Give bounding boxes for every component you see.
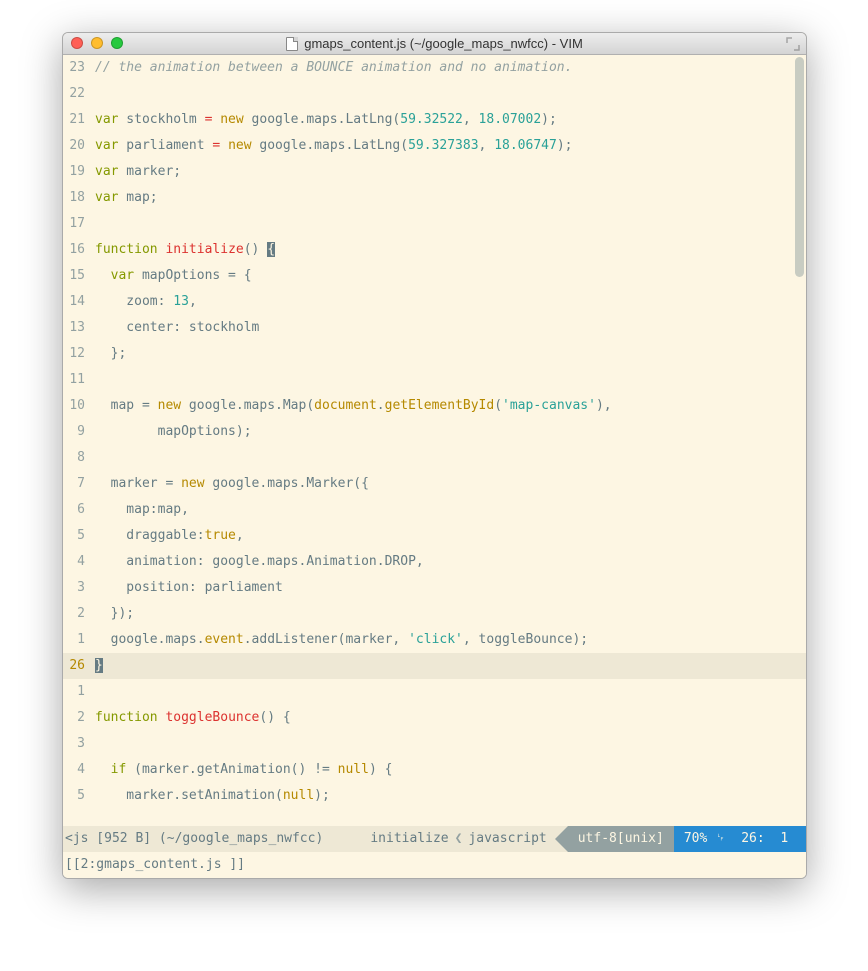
document-icon xyxy=(286,37,298,51)
line-number: 21 xyxy=(63,107,91,133)
line-number: 7 xyxy=(63,471,91,497)
line-number: 2 xyxy=(63,705,91,731)
scrollbar[interactable] xyxy=(795,57,804,277)
separator-icon xyxy=(555,826,568,852)
line-number: 16 xyxy=(63,237,91,263)
function-indicator: initialize ❮ javascript xyxy=(370,826,554,852)
title-text: gmaps_content.js (~/google_maps_nwfcc) -… xyxy=(304,36,583,51)
line-number: 20 xyxy=(63,133,91,159)
line-number: 18 xyxy=(63,185,91,211)
encoding-segment: utf-8[unix] xyxy=(568,826,674,852)
line-number: 15 xyxy=(63,263,91,289)
line-number: 23 xyxy=(63,55,91,81)
position-segment: 70% ␊ 26: 1 xyxy=(674,826,806,852)
line-number: 13 xyxy=(63,315,91,341)
line-number: 4 xyxy=(63,757,91,783)
editor-area[interactable]: 23// the animation between a BOUNCE anim… xyxy=(63,55,806,826)
line-number: 14 xyxy=(63,289,91,315)
line-number: 6 xyxy=(63,497,91,523)
line-number: 8 xyxy=(63,445,91,471)
separator-icon: ❮ xyxy=(455,826,463,852)
window-controls xyxy=(71,37,123,49)
zoom-icon[interactable] xyxy=(111,37,123,49)
line-number: 3 xyxy=(63,575,91,601)
line-number: 5 xyxy=(63,783,91,809)
titlebar[interactable]: gmaps_content.js (~/google_maps_nwfcc) -… xyxy=(63,33,806,55)
close-icon[interactable] xyxy=(71,37,83,49)
cursor: } xyxy=(95,658,103,673)
line-number: 1 xyxy=(63,679,91,705)
line-number: 5 xyxy=(63,523,91,549)
line-number: 2 xyxy=(63,601,91,627)
cursor: { xyxy=(267,242,275,257)
tabline[interactable]: [[2:gmaps_content.js ]] xyxy=(63,852,806,878)
code-content: 23// the animation between a BOUNCE anim… xyxy=(63,55,806,809)
line-number: 19 xyxy=(63,159,91,185)
line-number: 3 xyxy=(63,731,91,757)
line-number: 1 xyxy=(63,627,91,653)
window-title: gmaps_content.js (~/google_maps_nwfcc) -… xyxy=(63,36,806,51)
statusline: <js [952 B] (~/google_maps_nwfcc) initia… xyxy=(63,826,806,852)
line-number: 10 xyxy=(63,393,91,419)
vim-window: gmaps_content.js (~/google_maps_nwfcc) -… xyxy=(62,32,807,879)
file-info: <js [952 B] (~/google_maps_nwfcc) xyxy=(63,826,323,852)
line-number: 12 xyxy=(63,341,91,367)
line-icon: ␊ xyxy=(715,826,725,852)
line-number: 17 xyxy=(63,211,91,237)
fullscreen-icon[interactable] xyxy=(786,37,800,51)
line-number: 9 xyxy=(63,419,91,445)
line-number: 22 xyxy=(63,81,91,107)
current-line-number: 26 xyxy=(63,653,91,679)
minimize-icon[interactable] xyxy=(91,37,103,49)
line-number: 11 xyxy=(63,367,91,393)
status-bar: <js [952 B] (~/google_maps_nwfcc) initia… xyxy=(63,826,806,878)
line-number: 4 xyxy=(63,549,91,575)
